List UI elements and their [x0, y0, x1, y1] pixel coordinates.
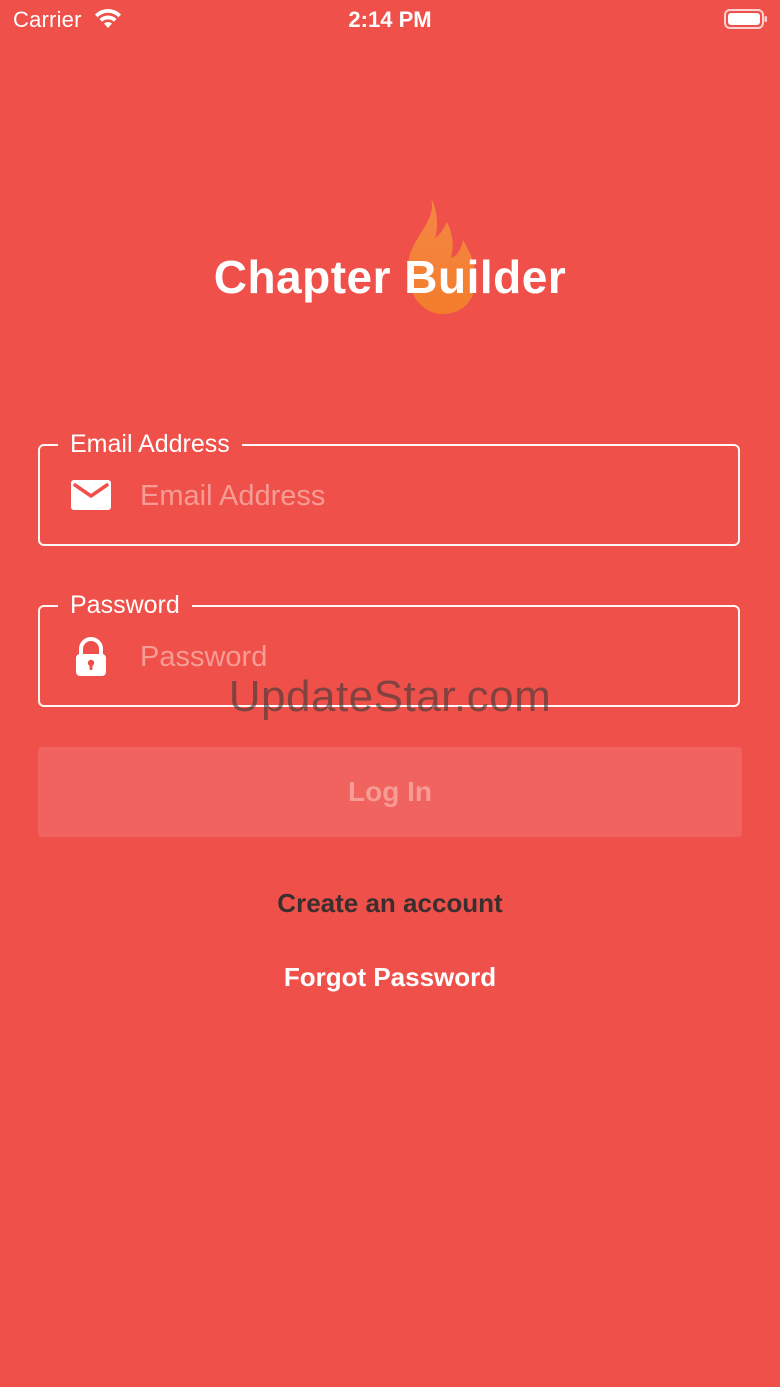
password-input[interactable] [140, 637, 700, 677]
login-screen: Carrier 2:14 PM Chapter Builder Email Ad… [0, 0, 780, 1387]
forgot-password-link[interactable]: Forgot Password [0, 962, 780, 993]
email-field-label: Email Address [58, 430, 242, 458]
lock-icon [76, 637, 106, 676]
battery-icon [724, 9, 767, 29]
email-field[interactable]: Email Address [38, 430, 740, 546]
mail-icon [71, 480, 111, 510]
status-bar: Carrier 2:14 PM [0, 0, 780, 40]
login-button[interactable]: Log In [38, 747, 742, 837]
app-title: Chapter Builder [213, 251, 567, 303]
create-account-link[interactable]: Create an account [0, 888, 780, 919]
status-time: 2:14 PM [348, 7, 432, 32]
email-input[interactable] [140, 476, 700, 516]
password-field[interactable]: Password [38, 591, 740, 707]
app-logo: Chapter Builder [200, 196, 580, 326]
password-field-label: Password [58, 591, 192, 619]
